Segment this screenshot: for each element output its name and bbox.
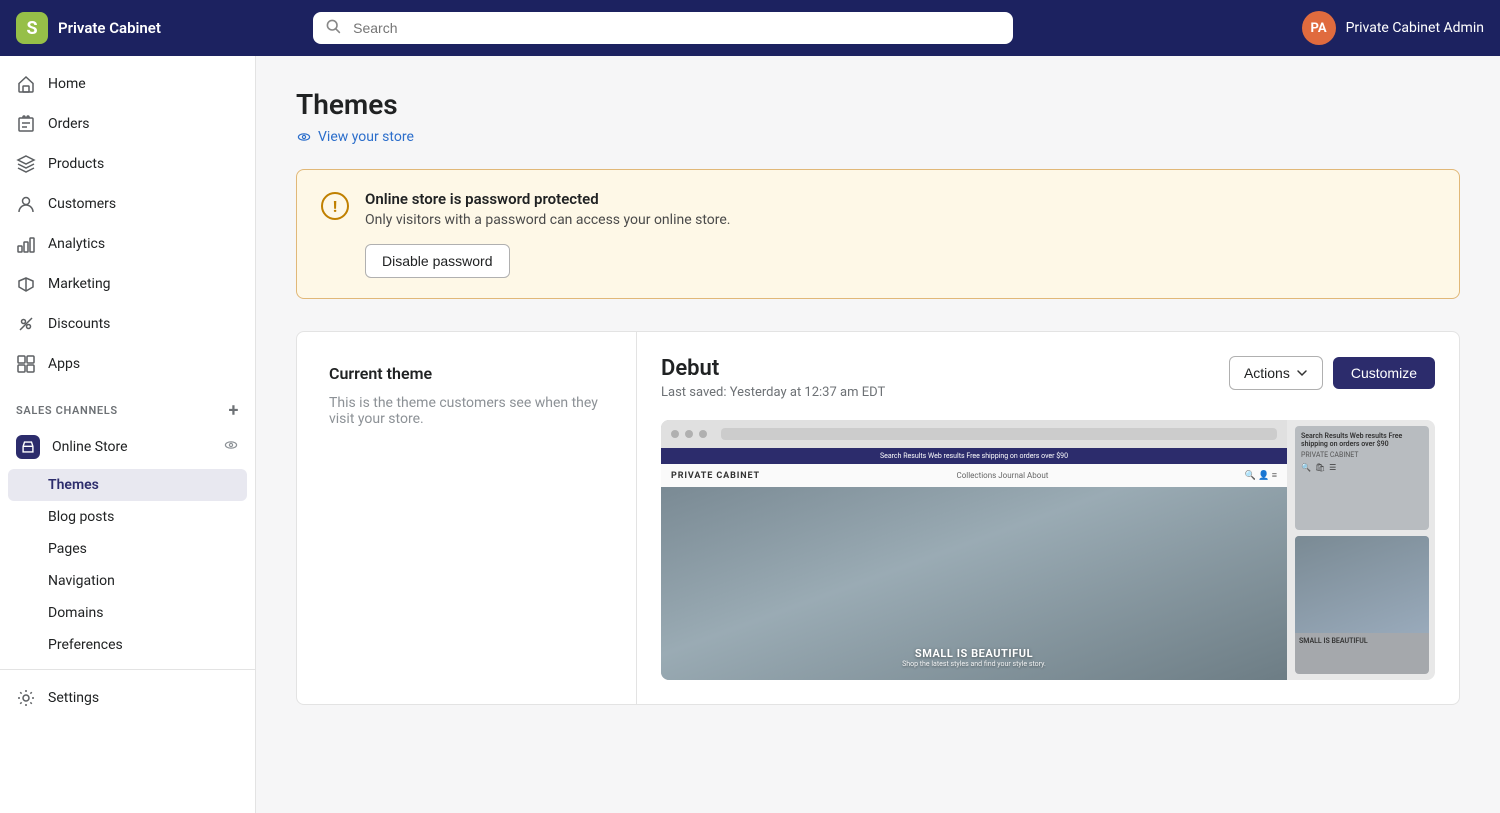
- sidebar-label-home: Home: [48, 76, 86, 92]
- sidebar-label-marketing: Marketing: [48, 276, 111, 292]
- hero-overlay: SMALL IS BEAUTIFUL Shop the latest style…: [902, 647, 1046, 668]
- warning-icon: !: [321, 192, 349, 220]
- toolbar-dot-3: [699, 430, 707, 438]
- secondary-card-lower: SMALL IS BEAUTIFUL: [1295, 536, 1429, 674]
- banner-title: Online store is password protected: [365, 190, 730, 208]
- sidebar-sub-blog-posts[interactable]: Blog posts: [0, 501, 255, 533]
- card-lower-text: SMALL IS BEAUTIFUL: [1295, 633, 1429, 649]
- screenshot-icons: 🔍 👤 ≡: [1245, 470, 1277, 481]
- sidebar-sub-domains[interactable]: Domains: [0, 597, 255, 629]
- chevron-down-icon: [1296, 367, 1308, 379]
- sidebar-item-home[interactable]: Home: [0, 64, 255, 104]
- sidebar-item-apps[interactable]: Apps: [0, 344, 255, 384]
- hero-subtitle: Shop the latest styles and find your sty…: [902, 660, 1046, 668]
- theme-description: Current theme This is the theme customer…: [297, 332, 637, 704]
- sidebar-sub-preferences[interactable]: Preferences: [0, 629, 255, 661]
- theme-screenshot: Search Results Web results Free shipping…: [661, 420, 1435, 680]
- sidebar-item-settings[interactable]: Settings: [0, 678, 255, 718]
- secondary-card-top: Search Results Web results Free shipping…: [1295, 426, 1429, 530]
- address-bar: [721, 428, 1277, 440]
- current-theme-card: Current theme This is the theme customer…: [296, 331, 1460, 705]
- toolbar-dot-1: [671, 430, 679, 438]
- screenshot-secondary: Search Results Web results Free shipping…: [1295, 420, 1435, 680]
- theme-preview: Debut Last saved: Yesterday at 12:37 am …: [637, 332, 1459, 704]
- home-icon: [16, 74, 36, 94]
- banner-text: Online store is password protected Only …: [365, 190, 730, 278]
- eye-link-icon: [296, 129, 312, 145]
- avatar[interactable]: PA: [1302, 11, 1336, 45]
- sidebar-item-marketing[interactable]: Marketing: [0, 264, 255, 304]
- sidebar-label-settings: Settings: [48, 690, 99, 706]
- screenshot-toolbar: [661, 420, 1287, 448]
- hero-title: SMALL IS BEAUTIFUL: [902, 647, 1046, 660]
- sales-channels-label: SALES CHANNELS +: [0, 384, 255, 425]
- sidebar-item-products[interactable]: Products: [0, 144, 255, 184]
- brand-name: Private Cabinet: [58, 19, 161, 37]
- theme-last-saved: Last saved: Yesterday at 12:37 am EDT: [661, 385, 885, 400]
- actions-button[interactable]: Actions: [1229, 356, 1323, 390]
- topnav-right: PA Private Cabinet Admin: [1302, 11, 1484, 45]
- admin-name: Private Cabinet Admin: [1346, 20, 1484, 36]
- sidebar-label-orders: Orders: [48, 116, 90, 132]
- theme-preview-header: Debut Last saved: Yesterday at 12:37 am …: [661, 356, 1435, 400]
- customize-button[interactable]: Customize: [1333, 357, 1435, 389]
- screenshot-hero: SMALL IS BEAUTIFUL Shop the latest style…: [661, 487, 1287, 680]
- theme-name: Debut: [661, 356, 885, 381]
- orders-icon: [16, 114, 36, 134]
- toolbar-dot-2: [685, 430, 693, 438]
- disable-password-button[interactable]: Disable password: [365, 244, 510, 278]
- screenshot-nav: PRIVATE CABINET Collections Journal Abou…: [661, 464, 1287, 487]
- card-store: PRIVATE CABINET: [1301, 451, 1423, 459]
- view-store-link[interactable]: View your store: [296, 129, 1460, 145]
- search-icon: [325, 18, 341, 38]
- card-icons: 🔍 🛍 ☰: [1301, 463, 1423, 472]
- card-header: Search Results Web results Free shipping…: [1301, 432, 1423, 448]
- products-icon: [16, 154, 36, 174]
- sidebar: Home Orders Products Customers Analytics: [0, 56, 256, 813]
- shopify-logo: S: [16, 12, 48, 44]
- add-sales-channel-button[interactable]: +: [228, 400, 239, 421]
- discounts-icon: [16, 314, 36, 334]
- sidebar-label-discounts: Discounts: [48, 316, 110, 332]
- online-store-icon: [16, 435, 40, 459]
- sidebar-item-discounts[interactable]: Discounts: [0, 304, 255, 344]
- screenshot-store-name: PRIVATE CABINET: [671, 471, 760, 481]
- theme-section-title: Current theme: [329, 364, 604, 383]
- theme-section-desc: This is the theme customers see when the…: [329, 395, 604, 427]
- online-store-label: Online Store: [52, 439, 128, 455]
- card-lower-hero: [1295, 536, 1429, 633]
- announcement-bar: Search Results Web results Free shipping…: [661, 448, 1287, 464]
- sidebar-sub-navigation[interactable]: Navigation: [0, 565, 255, 597]
- brand[interactable]: S Private Cabinet: [16, 12, 161, 44]
- banner-description: Only visitors with a password can access…: [365, 212, 730, 228]
- password-banner: ! Online store is password protected Onl…: [296, 169, 1460, 299]
- sidebar-label-apps: Apps: [48, 356, 80, 372]
- topnav: S Private Cabinet PA Private Cabinet Adm…: [0, 0, 1500, 56]
- screenshot-nav-items: Collections Journal About: [957, 471, 1049, 480]
- sidebar-label-analytics: Analytics: [48, 236, 105, 252]
- customers-icon: [16, 194, 36, 214]
- sidebar-label-customers: Customers: [48, 196, 116, 212]
- sidebar-item-customers[interactable]: Customers: [0, 184, 255, 224]
- marketing-icon: [16, 274, 36, 294]
- theme-actions: Actions Customize: [1229, 356, 1435, 390]
- sidebar-sub-pages[interactable]: Pages: [0, 533, 255, 565]
- screenshot-main: Search Results Web results Free shipping…: [661, 420, 1287, 680]
- page-title: Themes: [296, 88, 1460, 121]
- sidebar-sub-themes[interactable]: Themes: [8, 469, 247, 501]
- analytics-icon: [16, 234, 36, 254]
- main-content: Themes View your store ! Online store is…: [256, 56, 1500, 813]
- search-input[interactable]: [313, 12, 1013, 44]
- sidebar-item-analytics[interactable]: Analytics: [0, 224, 255, 264]
- search-wrapper: [313, 12, 1013, 44]
- eye-icon: [223, 437, 239, 457]
- sidebar-label-products: Products: [48, 156, 104, 172]
- layout: Home Orders Products Customers Analytics: [0, 56, 1500, 813]
- theme-info: Debut Last saved: Yesterday at 12:37 am …: [661, 356, 885, 400]
- sidebar-item-online-store[interactable]: Online Store: [0, 425, 255, 469]
- apps-icon: [16, 354, 36, 374]
- settings-icon: [16, 688, 36, 708]
- sidebar-item-orders[interactable]: Orders: [0, 104, 255, 144]
